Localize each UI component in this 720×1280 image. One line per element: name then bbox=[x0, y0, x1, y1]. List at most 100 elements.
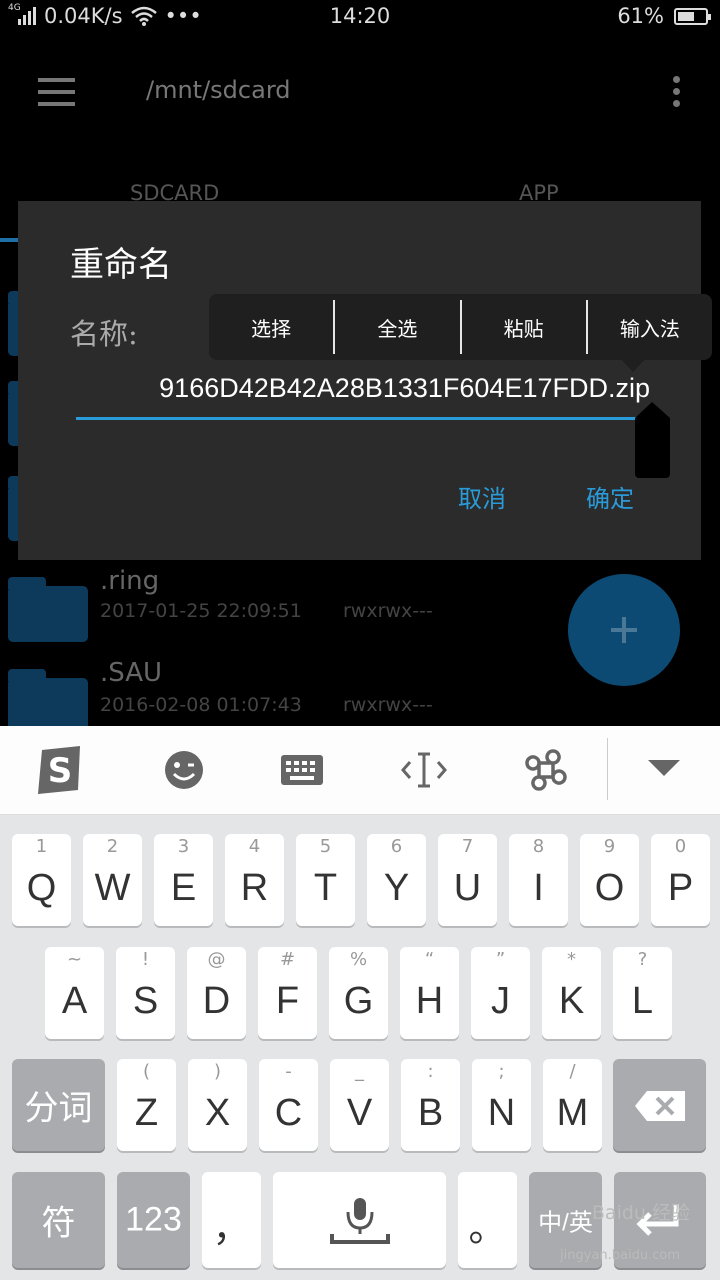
key-w[interactable]: 2W bbox=[83, 834, 142, 926]
key-label: K bbox=[558, 980, 585, 1022]
key-label: E bbox=[170, 867, 197, 909]
key-label: O bbox=[594, 867, 625, 909]
current-path: /mnt/sdcard bbox=[146, 76, 291, 104]
key-v[interactable]: _ V bbox=[330, 1059, 389, 1151]
key-secondary-label: * bbox=[567, 949, 576, 970]
select-button[interactable]: 选择 bbox=[209, 300, 336, 354]
key-j[interactable]: ” J bbox=[471, 947, 530, 1039]
paste-button[interactable]: 粘贴 bbox=[462, 300, 588, 354]
key-secondary-label: ” bbox=[495, 949, 506, 970]
key-g[interactable]: % G bbox=[329, 947, 388, 1039]
key-secondary-label: ( bbox=[142, 1061, 151, 1082]
numbers-key[interactable]: 123 bbox=[117, 1172, 190, 1268]
key-h[interactable]: “H bbox=[400, 947, 459, 1039]
key-secondary-label: ! bbox=[141, 949, 150, 970]
key-secondary-label: 9 bbox=[603, 836, 616, 857]
key-label: W bbox=[94, 867, 131, 909]
key-secondary-label: 3 bbox=[177, 836, 190, 857]
key-label: Z bbox=[134, 1092, 159, 1134]
key-d[interactable]: @ D bbox=[187, 947, 246, 1039]
key-b[interactable]: :B bbox=[401, 1059, 460, 1151]
battery-percent: 61% bbox=[617, 4, 664, 28]
collapse-icon[interactable] bbox=[644, 756, 684, 780]
key-label: I bbox=[533, 867, 544, 909]
key-secondary-label: _ bbox=[355, 1061, 364, 1082]
key-label: U bbox=[453, 867, 482, 909]
key-label: N bbox=[487, 1092, 516, 1134]
more-options-icon[interactable] bbox=[668, 76, 684, 112]
key-k[interactable]: * K bbox=[542, 947, 601, 1039]
name-input[interactable]: 9166D42B42A28B1331F604E17FDD.zip bbox=[76, 365, 650, 420]
key-secondary-label: ~ bbox=[66, 949, 83, 970]
key-secondary-label: 1 bbox=[35, 836, 48, 857]
key-label: B bbox=[417, 1092, 444, 1134]
key-secondary-label: % bbox=[349, 949, 368, 970]
backspace-icon bbox=[635, 1091, 685, 1121]
file-perms: rwxrwx--- bbox=[343, 694, 433, 716]
microphone-icon bbox=[330, 1198, 390, 1244]
toolbar-divider bbox=[607, 738, 608, 800]
backspace-key[interactable] bbox=[613, 1059, 706, 1151]
key-p[interactable]: 0P bbox=[651, 834, 710, 926]
key-e[interactable]: 3E bbox=[154, 834, 213, 926]
key-secondary-label: 7 bbox=[461, 836, 474, 857]
key-s[interactable]: ! S bbox=[116, 947, 175, 1039]
add-fab-button[interactable] bbox=[568, 574, 680, 686]
watermark-url: jingyan.baidu.com bbox=[560, 1248, 680, 1263]
battery-icon bbox=[674, 7, 711, 25]
clock: 14:20 bbox=[329, 4, 391, 28]
text-selection-toolbar: 选择 全选 粘贴 输入法 bbox=[209, 294, 712, 360]
key-secondary-label: # bbox=[279, 949, 296, 970]
key-secondary-label: 2 bbox=[106, 836, 119, 857]
key-y[interactable]: 6Y bbox=[367, 834, 426, 926]
key-label: F bbox=[275, 980, 300, 1022]
key-label: L bbox=[631, 980, 654, 1022]
emoji-icon[interactable] bbox=[160, 748, 208, 792]
key-a[interactable]: ~ A bbox=[45, 947, 104, 1039]
key-label: D bbox=[202, 980, 231, 1022]
key-label: J bbox=[491, 980, 510, 1022]
key-z[interactable]: (Z bbox=[117, 1059, 176, 1151]
key-c[interactable]: -C bbox=[259, 1059, 318, 1151]
key-o[interactable]: 9O bbox=[580, 834, 639, 926]
fenci-key[interactable]: 分词 bbox=[12, 1059, 105, 1151]
ok-button[interactable]: 确定 bbox=[586, 479, 634, 514]
key-n[interactable]: ; N bbox=[472, 1059, 531, 1151]
key-u[interactable]: 7U bbox=[438, 834, 497, 926]
cursor-move-icon[interactable] bbox=[400, 748, 448, 792]
key-t[interactable]: 5T bbox=[296, 834, 355, 926]
key-label: Q bbox=[26, 867, 57, 909]
input-method-button[interactable]: 输入法 bbox=[588, 300, 712, 354]
key-label: R bbox=[240, 867, 269, 909]
cancel-button[interactable]: 取消 bbox=[458, 479, 506, 514]
key-secondary-label: - bbox=[285, 1061, 292, 1082]
key-l[interactable]: ? L bbox=[613, 947, 672, 1039]
select-all-button[interactable]: 全选 bbox=[335, 300, 462, 354]
key-x[interactable]: ) X bbox=[188, 1059, 247, 1151]
svg-text:S: S bbox=[48, 751, 73, 791]
name-label: 名称: bbox=[70, 317, 138, 351]
key-r[interactable]: 4R bbox=[225, 834, 284, 926]
comma-key[interactable]: ， bbox=[202, 1172, 261, 1268]
folder-icon bbox=[8, 577, 88, 642]
symbol-key[interactable]: 符 bbox=[12, 1172, 105, 1268]
key-label: A bbox=[61, 980, 88, 1022]
command-icon[interactable] bbox=[522, 748, 570, 792]
key-m[interactable]: / M bbox=[543, 1059, 602, 1151]
key-secondary-label: ? bbox=[637, 949, 648, 970]
key-label: G bbox=[343, 980, 374, 1022]
period-key[interactable]: 。 bbox=[458, 1172, 517, 1268]
space-key[interactable] bbox=[273, 1172, 446, 1268]
key-secondary-label: 6 bbox=[390, 836, 403, 857]
keyboard-icon[interactable] bbox=[280, 748, 324, 792]
key-secondary-label: “ bbox=[424, 949, 435, 970]
file-perms: rwxrwx--- bbox=[343, 600, 433, 622]
key-i[interactable]: 8I bbox=[509, 834, 568, 926]
text-cursor-handle[interactable] bbox=[635, 402, 670, 478]
key-secondary-label: @ bbox=[207, 949, 226, 970]
key-f[interactable]: # F bbox=[258, 947, 317, 1039]
menu-icon[interactable] bbox=[38, 78, 75, 106]
key-label: X bbox=[204, 1092, 231, 1134]
sogou-logo-icon[interactable]: S bbox=[34, 744, 86, 796]
key-q[interactable]: 1Q bbox=[12, 834, 71, 926]
